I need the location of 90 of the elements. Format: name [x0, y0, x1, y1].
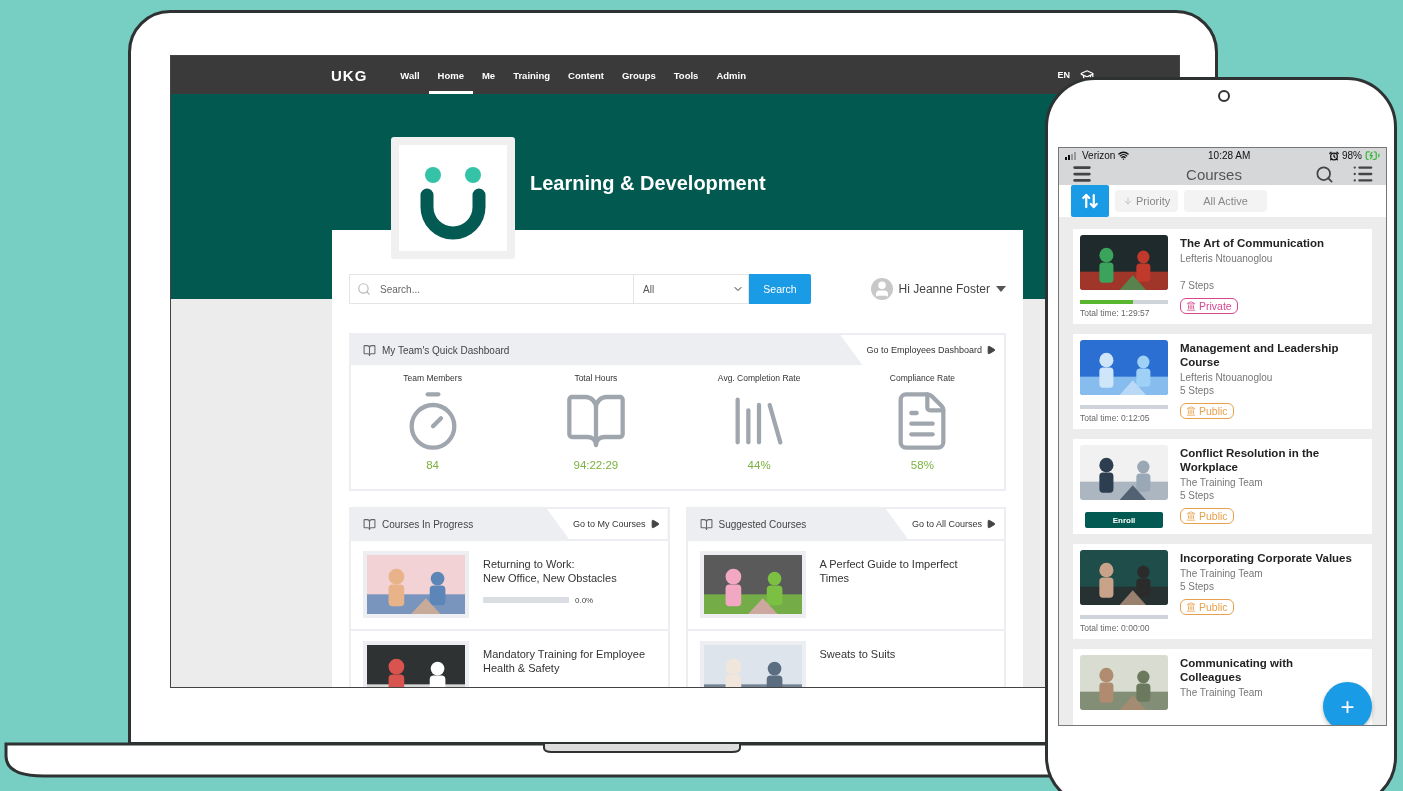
institution-icon [1186, 601, 1196, 612]
course-row[interactable]: Mandatory Training for Employee Health & Safety [351, 629, 668, 687]
institution-icon [1186, 300, 1196, 311]
total-time: Total time: 0:12:05 [1080, 413, 1151, 423]
course-title: Incorporating Corporate Values [1180, 552, 1353, 566]
nav-tab[interactable]: Wall [391, 56, 429, 94]
user-greeting[interactable]: Hi Jeanne Foster [898, 282, 990, 296]
course-author: The Training Team [1180, 476, 1264, 488]
enroll-button[interactable]: Enroll [1085, 512, 1163, 528]
camera-icon [1218, 90, 1230, 102]
book-icon [699, 517, 713, 531]
course-card[interactable]: Total time: 0:12:05 Management and Leadership Course Lefteris Ntouanoglou 5 Steps Public [1073, 334, 1372, 429]
course-author: The Training Team [1180, 686, 1264, 698]
carrier-name: Verizon [1082, 150, 1116, 161]
course-author: The Training Team [1180, 567, 1264, 579]
step-count: 7 Steps [1180, 279, 1215, 291]
stat-label: Team Members [403, 373, 462, 383]
course-card[interactable]: Enroll Conflict Resolution in the Workplace The Training Team 5 Steps Public [1073, 439, 1372, 534]
search-icon [357, 282, 371, 296]
course-title[interactable]: Sweats to Suits [819, 647, 896, 662]
menu-icon[interactable] [1071, 163, 1093, 185]
course-title: Conflict Resolution in the Workplace [1180, 447, 1321, 475]
panel-title: Suggested Courses [718, 518, 807, 530]
visibility-tag: Public [1180, 402, 1234, 419]
stat-value: 94:22:29 [573, 459, 619, 471]
nav-tab[interactable]: Me [472, 56, 505, 94]
signal-icon [1065, 151, 1079, 160]
course-title[interactable]: A Perfect Guide to Imperfect Times [819, 557, 990, 586]
battery-percent: 98% [1341, 150, 1362, 161]
stat-value: 58% [910, 459, 934, 471]
institution-icon [1186, 405, 1196, 416]
course-author: Lefteris Ntouanoglou [1180, 371, 1274, 383]
search-field[interactable]: Search... [349, 274, 634, 304]
progress-percent: 0.0% [575, 595, 594, 605]
course-row[interactable]: Returning to Work: New Office, New Obstacles 0.0% [351, 539, 668, 629]
step-count: 5 Steps [1180, 489, 1215, 501]
total-time: Total time: 0:00:00 [1080, 623, 1151, 633]
stat-value: 84 [426, 459, 439, 471]
stat-label: Avg. Completion Rate [717, 373, 801, 383]
book-icon [363, 343, 376, 357]
visibility-tag: Public [1180, 507, 1234, 524]
alarm-clock-icon [1328, 150, 1339, 161]
filter-dropdown[interactable]: All [634, 274, 749, 304]
course-card[interactable]: Total time: 1:29:57 The Art of Communication Lefteris Ntouanoglou 7 Steps Private [1073, 229, 1372, 324]
book-icon [363, 517, 376, 531]
page-title: Learning & Development [530, 172, 766, 195]
institution-icon [1186, 510, 1196, 521]
total-time: Total time: 1:29:57 [1080, 308, 1151, 318]
course-row[interactable]: A Perfect Guide to Imperfect Times [687, 539, 1004, 629]
visibility-tag: Public [1180, 598, 1234, 615]
visibility-tag: Private [1180, 297, 1238, 314]
nav-tab[interactable]: Tools [664, 56, 708, 94]
course-title: Management and Leadership Course [1180, 342, 1340, 370]
panel-link[interactable]: Go to All Courses [885, 509, 1004, 539]
course-row[interactable]: Sweats to Suits [687, 629, 1004, 687]
nav-tab[interactable]: Admin [707, 56, 755, 94]
arrow-down-icon [1123, 196, 1133, 206]
search-icon[interactable] [1315, 164, 1334, 184]
clock-time: 10:28 AM [1208, 150, 1251, 161]
language-selector[interactable]: EN [1057, 70, 1070, 80]
course-title: Communicating with Colleagues [1180, 657, 1295, 685]
course-title: The Art of Communication [1180, 237, 1325, 251]
sort-arrows-icon [1081, 192, 1099, 210]
list-icon[interactable] [1352, 163, 1374, 185]
play-arrow-icon [986, 345, 996, 355]
course-title[interactable]: Mandatory Training for Employee Health & Safety [483, 647, 653, 676]
caret-icon[interactable] [996, 286, 1006, 292]
play-arrow-icon [649, 519, 660, 529]
step-count: 5 Steps [1180, 384, 1215, 396]
course-title[interactable]: Returning to Work: New Office, New Obstacles [483, 557, 617, 586]
wifi-icon [1118, 150, 1130, 161]
play-arrow-icon [986, 519, 996, 529]
smiley-logo-icon [399, 145, 507, 251]
course-author: Lefteris Ntouanoglou [1180, 252, 1274, 264]
panel-link[interactable]: Go to Employees Dashboard [840, 335, 1004, 365]
nav-tab[interactable]: Training [504, 56, 560, 94]
stat-value: 44% [747, 459, 771, 471]
logo: UKG [331, 65, 368, 86]
step-count: 5 Steps [1180, 580, 1215, 592]
nav-tab[interactable]: Content [559, 56, 613, 94]
panel-title: My Team's Quick Dashboard [382, 344, 510, 356]
stat-label: Compliance Rate [889, 373, 955, 383]
stat-label: Total Hours [574, 373, 618, 383]
sort-button[interactable] [1071, 185, 1109, 217]
course-card[interactable]: Total time: 0:00:00 Incorporating Corporate Values The Training Team 5 Steps Public [1073, 544, 1372, 639]
nav-tab[interactable]: Groups [613, 56, 665, 94]
screen-title: Courses [1185, 165, 1243, 183]
panel-title: Courses In Progress [382, 518, 474, 530]
battery-icon [1365, 148, 1380, 163]
panel-link[interactable]: Go to My Courses [546, 509, 668, 539]
